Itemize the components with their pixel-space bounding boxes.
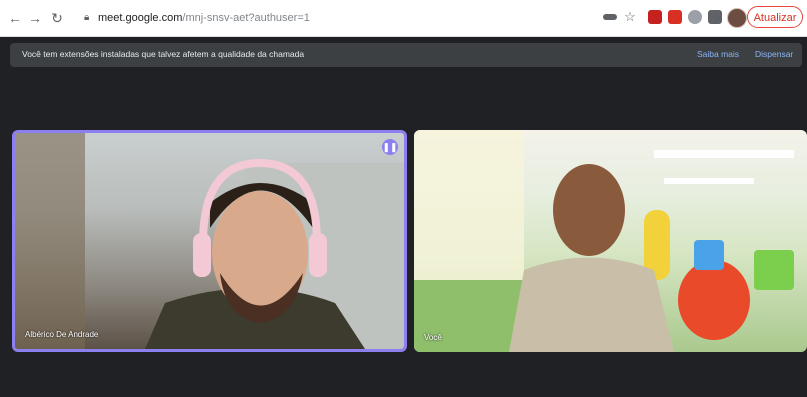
back-icon[interactable]: ← <box>6 9 24 27</box>
address-bar[interactable]: 🔒︎ meet.google.com/mnj-snsv-aet?authuser… <box>78 7 598 29</box>
learn-more-link[interactable]: Saiba mais <box>697 49 739 59</box>
star-icon[interactable]: ☆ <box>623 10 637 24</box>
audio-wave-icon: ❚❚ <box>382 139 398 155</box>
extension-icon-1[interactable] <box>648 10 662 24</box>
self-video <box>414 130 794 352</box>
lock-icon: 🔒︎ <box>84 12 90 23</box>
participant-video <box>15 133 404 349</box>
cast-icon[interactable] <box>603 14 617 20</box>
browser-toolbar: ← → ↻ 🔒︎ meet.google.com/mnj-snsv-aet?au… <box>0 0 807 37</box>
extensions-warning-banner: Você tem extensões instaladas que talvez… <box>10 43 802 67</box>
update-button[interactable]: Atualizar <box>747 6 803 28</box>
participant-tile-self[interactable]: Você <box>414 130 807 352</box>
reload-icon[interactable]: ↻ <box>48 9 66 27</box>
participant-name: Albérico De Andrade <box>25 330 99 339</box>
participant-tile-remote[interactable]: ❚❚ Albérico De Andrade <box>12 130 407 352</box>
dismiss-link[interactable]: Dispensar <box>755 49 793 59</box>
url-text: meet.google.com/mnj-snsv-aet?authuser=1 <box>98 12 310 24</box>
extensions-puzzle-icon[interactable] <box>708 10 722 24</box>
participant-name: Você <box>424 333 442 342</box>
extension-icon-2[interactable] <box>668 10 682 24</box>
forward-icon[interactable]: → <box>26 9 44 27</box>
extension-icon-3[interactable] <box>688 10 702 24</box>
profile-avatar[interactable] <box>727 8 747 28</box>
banner-message: Você tem extensões instaladas que talvez… <box>22 49 305 59</box>
